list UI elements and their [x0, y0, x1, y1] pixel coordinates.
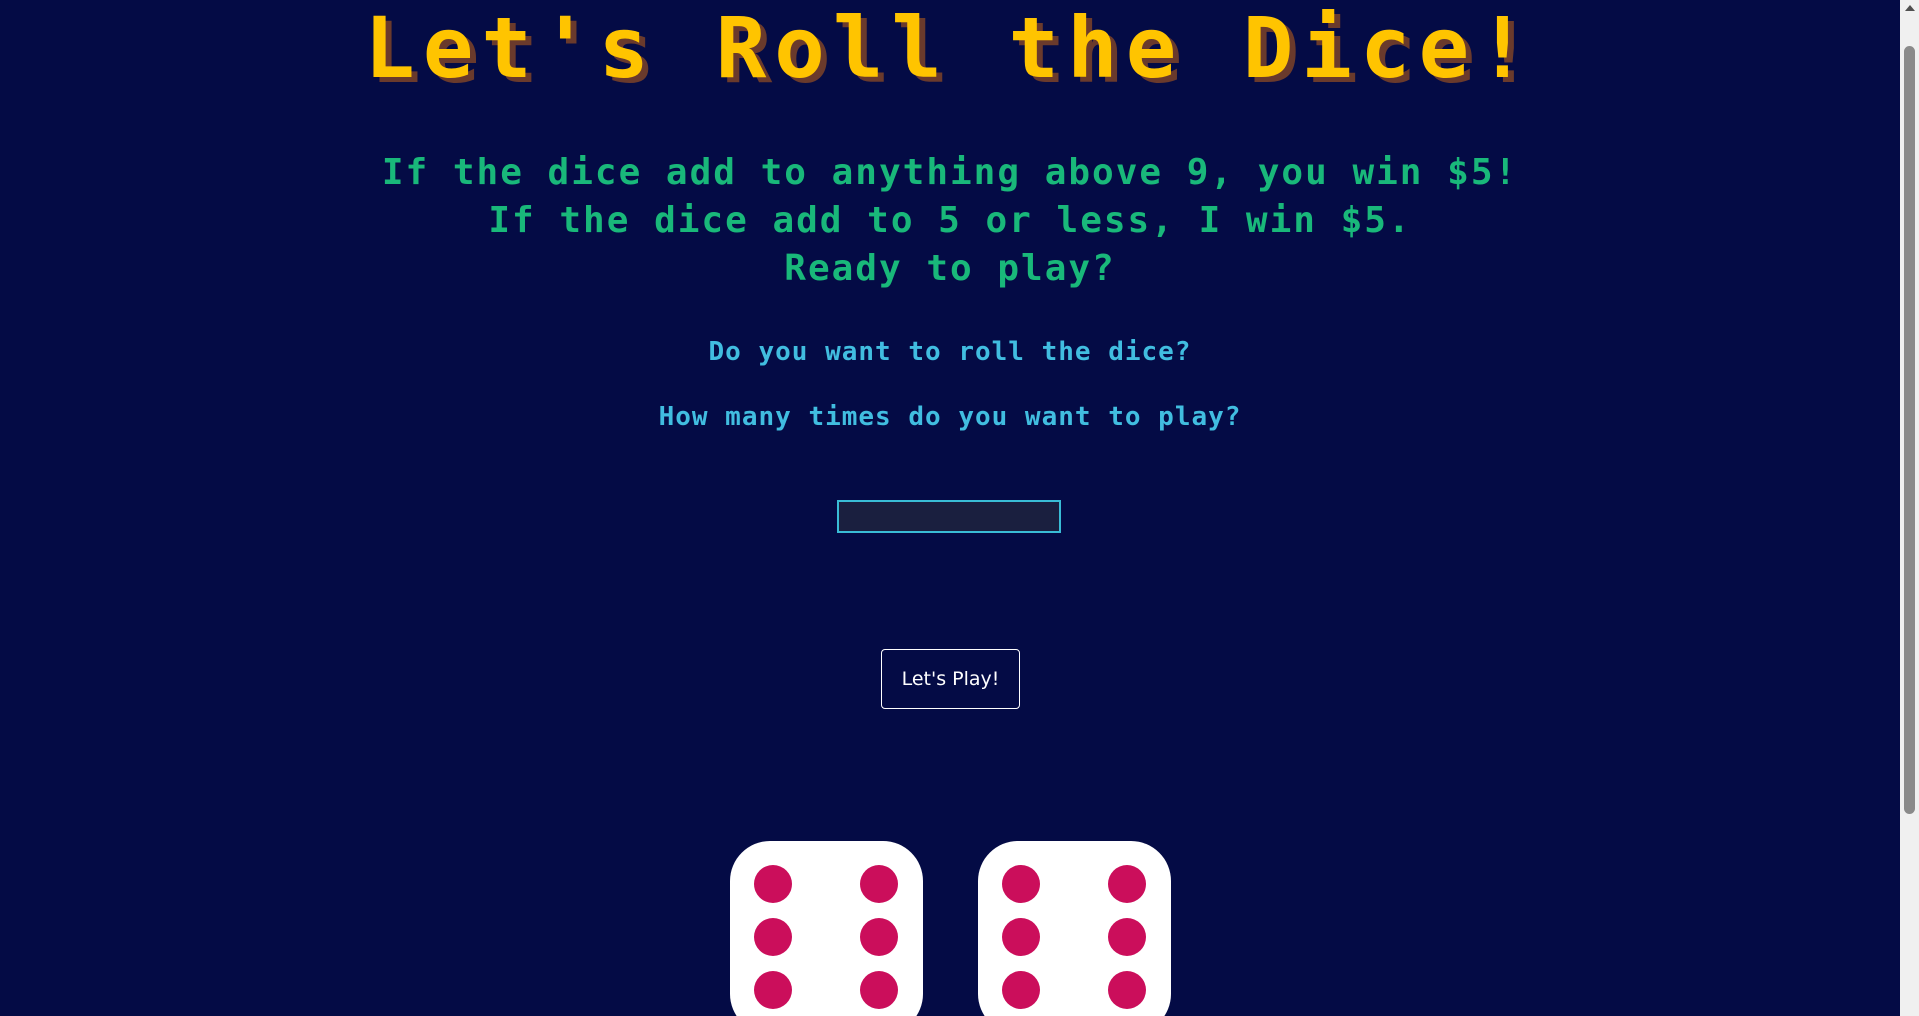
die-pip — [860, 865, 898, 903]
page: Let's Roll the Dice! If the dice add to … — [0, 0, 1919, 1016]
page-title: Let's Roll the Dice! — [364, 0, 1536, 97]
times-input[interactable] — [837, 500, 1061, 533]
die-left — [730, 841, 923, 1016]
scrollbar-thumb[interactable] — [1904, 46, 1915, 814]
die-pip — [1002, 971, 1040, 1009]
lets-play-button[interactable]: Let's Play! — [881, 649, 1020, 709]
rule-lose-line: If the dice add to 5 or less, I win $5. — [488, 200, 1412, 241]
vertical-scrollbar[interactable] — [1900, 0, 1919, 1016]
die-pip — [1108, 971, 1146, 1009]
die-pip — [1108, 865, 1146, 903]
die-pip — [754, 918, 792, 956]
die-pip — [1002, 918, 1040, 956]
die-pip — [860, 918, 898, 956]
ready-prompt: Ready to play? — [784, 248, 1116, 289]
times-question: How many times do you want to play? — [658, 402, 1242, 432]
die-pip — [1002, 865, 1040, 903]
chevron-up-icon[interactable] — [1905, 5, 1915, 11]
die-pip — [1108, 918, 1146, 956]
die-pip — [754, 865, 792, 903]
roll-question: Do you want to roll the dice? — [708, 337, 1192, 367]
rules-text: If the dice add to anything above 9, you… — [0, 149, 1900, 293]
die-right — [978, 841, 1171, 1016]
main-content: Let's Roll the Dice! If the dice add to … — [0, 0, 1900, 1016]
die-pip — [754, 971, 792, 1009]
die-pip — [860, 971, 898, 1009]
rule-win-line: If the dice add to anything above 9, you… — [381, 152, 1519, 193]
